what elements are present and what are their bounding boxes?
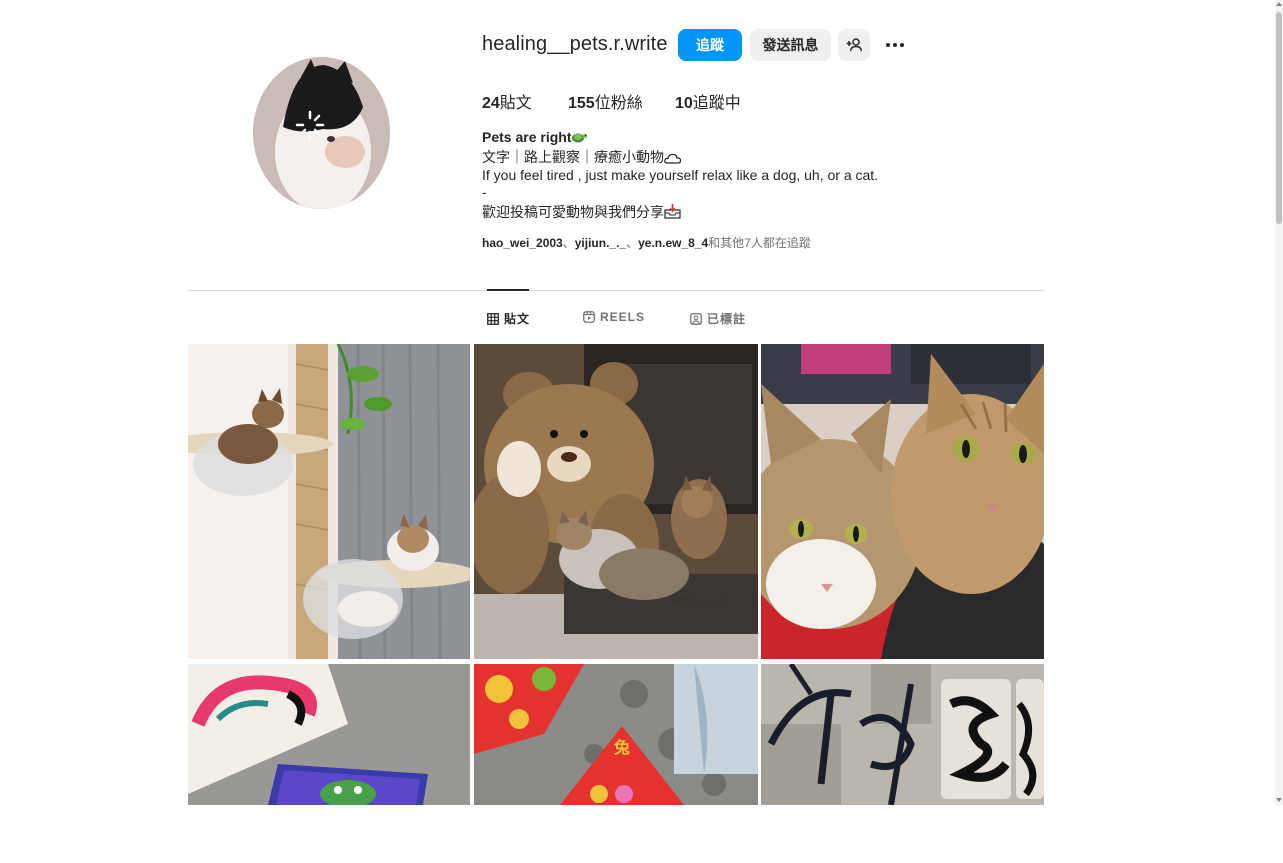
bio-line-1: 文字｜路上觀察｜療癒小動物 bbox=[482, 147, 682, 167]
active-tab-indicator bbox=[487, 289, 529, 291]
tab-tagged-label: 已標註 bbox=[707, 312, 747, 326]
followers-count: 155 bbox=[568, 95, 595, 112]
add-user-icon bbox=[846, 38, 862, 52]
tab-tagged[interactable]: 已標註 bbox=[690, 310, 746, 327]
separator: 、 bbox=[562, 236, 575, 250]
post-tile-cats-with-teddy-bear[interactable] bbox=[474, 344, 758, 659]
inbox-tray-emoji-icon bbox=[664, 204, 681, 219]
grid-icon bbox=[487, 312, 499, 325]
reels-icon bbox=[583, 311, 595, 323]
followers-stat[interactable]: 155位粉絲 bbox=[568, 89, 643, 113]
bio-line-3: - bbox=[482, 184, 487, 200]
tab-reels-label: REELS bbox=[600, 310, 646, 324]
follow-button[interactable]: 追蹤 bbox=[678, 29, 742, 61]
post-tile-spring-couplet-wall[interactable]: 兔 bbox=[474, 664, 758, 805]
profile-divider bbox=[188, 290, 1044, 291]
post-tile-two-cats-closeup[interactable] bbox=[761, 344, 1044, 659]
page-scrollbar[interactable] bbox=[1275, 0, 1283, 805]
posts-count-stat: 24貼文 bbox=[482, 89, 532, 113]
profile-username: healing__pets.r.write bbox=[482, 33, 668, 55]
cloud-emoji-icon bbox=[664, 153, 682, 164]
suggest-users-button[interactable] bbox=[838, 29, 870, 61]
follower-user-3[interactable]: ye.n.ew_8_4 bbox=[638, 236, 708, 250]
post-tile-cats-on-cat-tree[interactable] bbox=[188, 344, 470, 659]
send-message-button[interactable]: 發送訊息 bbox=[750, 29, 831, 61]
more-options-icon[interactable] bbox=[884, 37, 908, 53]
bio-line-4: 歡迎投稿可愛動物與我們分享 bbox=[482, 202, 681, 222]
followed-by-line[interactable]: hao_wei_2003、yijiun._._、ye.n.ew_8_4和其他7人… bbox=[482, 234, 811, 251]
bio-line-1-text: 文字｜路上觀察｜療癒小動物 bbox=[482, 149, 664, 165]
scroll-thumb[interactable] bbox=[1276, 12, 1282, 224]
tab-reels[interactable]: REELS bbox=[583, 310, 645, 324]
scroll-up-arrow-icon[interactable] bbox=[1276, 2, 1282, 6]
scroll-down-arrow-icon[interactable] bbox=[1276, 798, 1282, 802]
posts-count: 24 bbox=[482, 95, 500, 112]
tab-posts[interactable]: 貼文 bbox=[487, 310, 530, 327]
bio-line-4-text: 歡迎投稿可愛動物與我們分享 bbox=[482, 204, 664, 220]
post-tile-graffiti-tag-wall[interactable] bbox=[761, 664, 1044, 805]
follower-user-1[interactable]: hao_wei_2003 bbox=[482, 236, 563, 250]
svg-text:兔: 兔 bbox=[613, 738, 630, 757]
bio-line-2: If you feel tired , just make yourself r… bbox=[482, 167, 879, 183]
separator: 、 bbox=[626, 236, 639, 250]
bio-name: Pets are right bbox=[482, 129, 588, 145]
tagged-icon bbox=[690, 312, 702, 325]
profile-avatar[interactable] bbox=[253, 57, 390, 209]
tab-posts-label: 貼文 bbox=[504, 312, 531, 326]
bio-name-text: Pets are right bbox=[482, 129, 572, 145]
turtle-emoji-icon bbox=[572, 133, 588, 143]
post-tile-graffiti-sticker-wall[interactable] bbox=[188, 664, 470, 805]
following-stat[interactable]: 10追蹤中 bbox=[675, 89, 741, 113]
following-count: 10 bbox=[675, 95, 693, 112]
following-label: 追蹤中 bbox=[692, 95, 741, 112]
posts-label: 貼文 bbox=[499, 95, 532, 112]
followers-label: 位粉絲 bbox=[594, 95, 643, 112]
followed-by-suffix: 和其他7人都在追蹤 bbox=[708, 236, 811, 250]
follower-user-2[interactable]: yijiun._._ bbox=[575, 236, 626, 250]
